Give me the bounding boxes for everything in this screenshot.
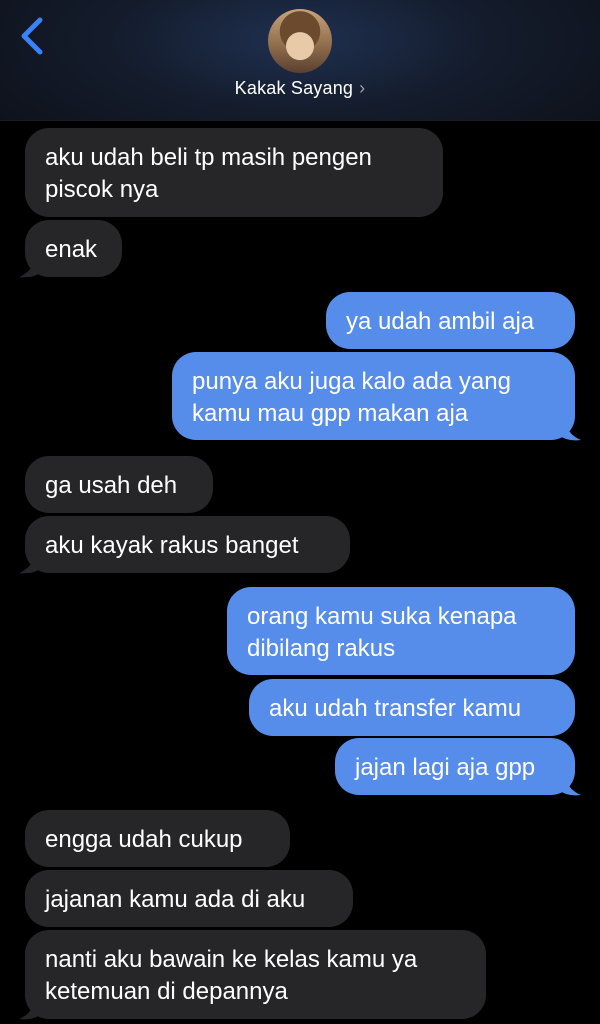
bubble-tail — [557, 773, 581, 796]
message-text-line: ya udah ambil aja — [346, 308, 535, 335]
message-text-line: kamu mau gpp makan aja — [192, 400, 469, 427]
sent-message-bubble[interactable]: punya aku juga kalo ada yang kamu mau gpp… — [172, 352, 575, 440]
message-text-line: orang kamu suka kenapa — [247, 603, 517, 630]
sent-message-bubble[interactable]: aku udah transfer kamu — [249, 679, 575, 736]
bubble-tail — [19, 255, 43, 278]
message-text-line: ketemuan di depannya — [45, 978, 288, 1005]
received-message-bubble[interactable]: aku udah beli tp masih pengen piscok nya — [25, 128, 443, 217]
chevron-right-icon: › — [359, 78, 366, 98]
sent-message-bubble[interactable]: jajan lagi aja gpp — [335, 738, 575, 795]
received-message-bubble[interactable]: nanti aku bawain ke kelas kamu ya ketemua… — [25, 930, 486, 1019]
chevron-left-icon — [21, 17, 43, 55]
conversation-header: Kakak Sayang › — [0, 0, 600, 121]
message-text-line: jajanan kamu ada di aku — [45, 886, 306, 913]
message-text-line: engga udah cukup — [45, 826, 243, 853]
message-text-line: punya aku juga kalo ada yang — [192, 368, 511, 395]
sent-message-bubble[interactable]: ya udah ambil aja — [326, 292, 575, 349]
message-text-line: nanti aku bawain ke kelas kamu ya — [45, 946, 418, 973]
message-text-line: jajan lagi aja gpp — [355, 754, 536, 781]
message-text-line: aku udah transfer kamu — [269, 695, 522, 722]
contact-name-button[interactable]: Kakak Sayang › — [0, 78, 600, 99]
message-text-line: enak — [45, 236, 98, 263]
message-text-line: aku udah beli tp masih pengen — [45, 144, 372, 171]
sent-message-bubble[interactable]: orang kamu suka kenapa dibilang rakus — [227, 587, 575, 675]
bubble-tail — [19, 997, 43, 1020]
bubble-tail — [557, 418, 581, 441]
received-message-bubble[interactable]: engga udah cukup — [25, 810, 290, 867]
bubble-tail — [19, 551, 43, 574]
contact-name: Kakak Sayang — [234, 78, 354, 98]
received-message-bubble[interactable]: ga usah deh — [25, 456, 213, 513]
back-button[interactable] — [16, 14, 50, 58]
received-message-bubble[interactable]: jajanan kamu ada di aku — [25, 870, 353, 927]
message-text-line: ga usah deh — [45, 472, 178, 499]
message-text-line: aku kayak rakus banget — [45, 532, 299, 559]
message-text-line: piscok nya — [45, 176, 159, 203]
contact-avatar[interactable] — [268, 9, 332, 73]
message-text-line: dibilang rakus — [247, 635, 396, 662]
received-message-bubble[interactable]: aku kayak rakus banget — [25, 516, 350, 573]
